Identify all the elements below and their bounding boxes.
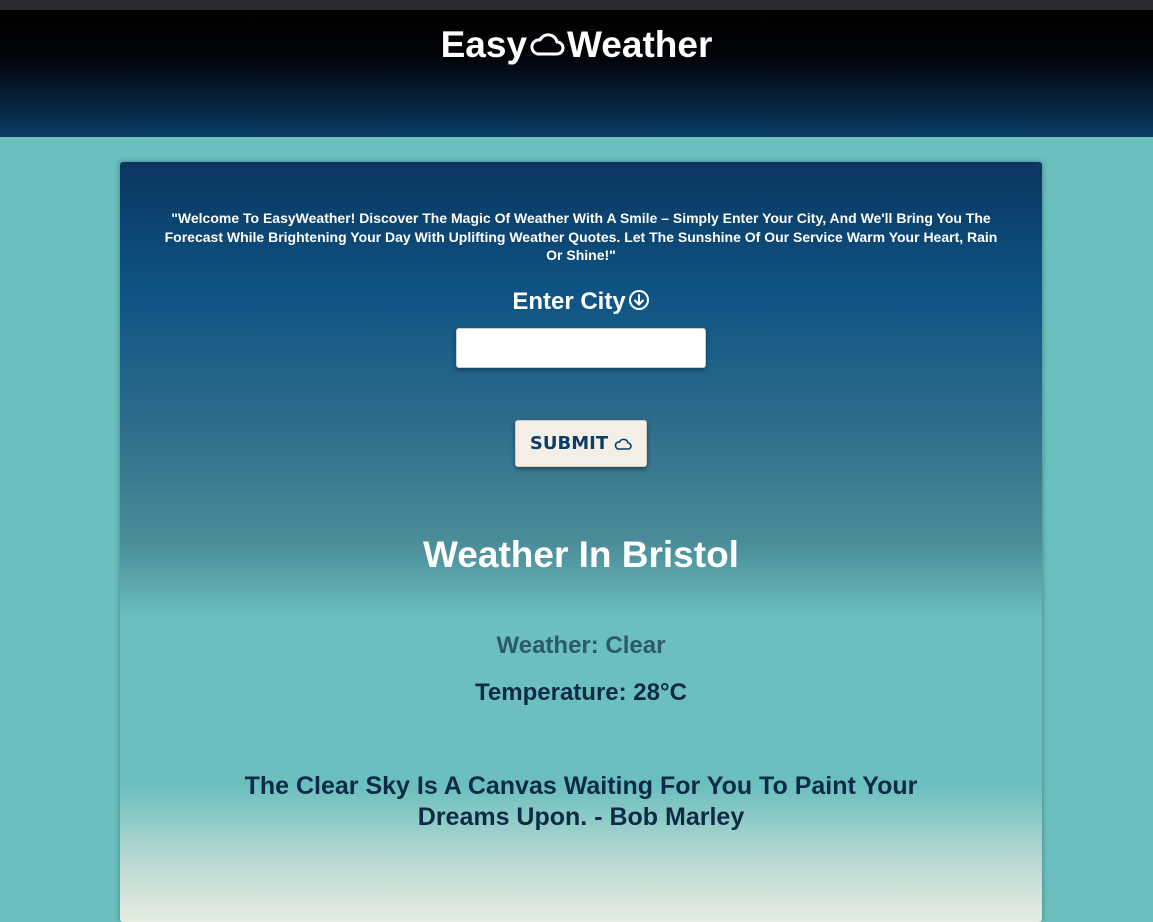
cloud-icon — [614, 438, 632, 450]
submit-button-label: SUBMIT — [529, 433, 609, 454]
site-logo: Easy Weather — [0, 24, 1153, 66]
enter-city-label: Enter City — [120, 288, 1042, 316]
city-input[interactable] — [456, 328, 706, 368]
weather-quote: The Clear Sky Is A Canvas Waiting For Yo… — [244, 772, 918, 831]
arrow-down-circle-icon — [628, 290, 649, 310]
weather-condition: Weather: Clear — [496, 632, 666, 659]
temperature-reading: Temperature: 28°C — [475, 679, 687, 706]
browser-top-strip — [0, 0, 1153, 10]
weather-city-heading: Weather In Bristol — [423, 534, 739, 575]
site-header: Easy Weather — [0, 10, 1153, 137]
welcome-message: "Welcome To EasyWeather! Discover The Ma… — [164, 210, 998, 263]
enter-city-label-text: Enter City — [512, 288, 626, 315]
logo-text-easy: Easy — [440, 24, 528, 65]
logo-text-weather: Weather — [567, 24, 713, 65]
submit-button[interactable]: SUBMIT — [515, 420, 647, 467]
weather-card: "Welcome To EasyWeather! Discover The Ma… — [120, 162, 1042, 922]
cloud-icon — [530, 33, 565, 56]
